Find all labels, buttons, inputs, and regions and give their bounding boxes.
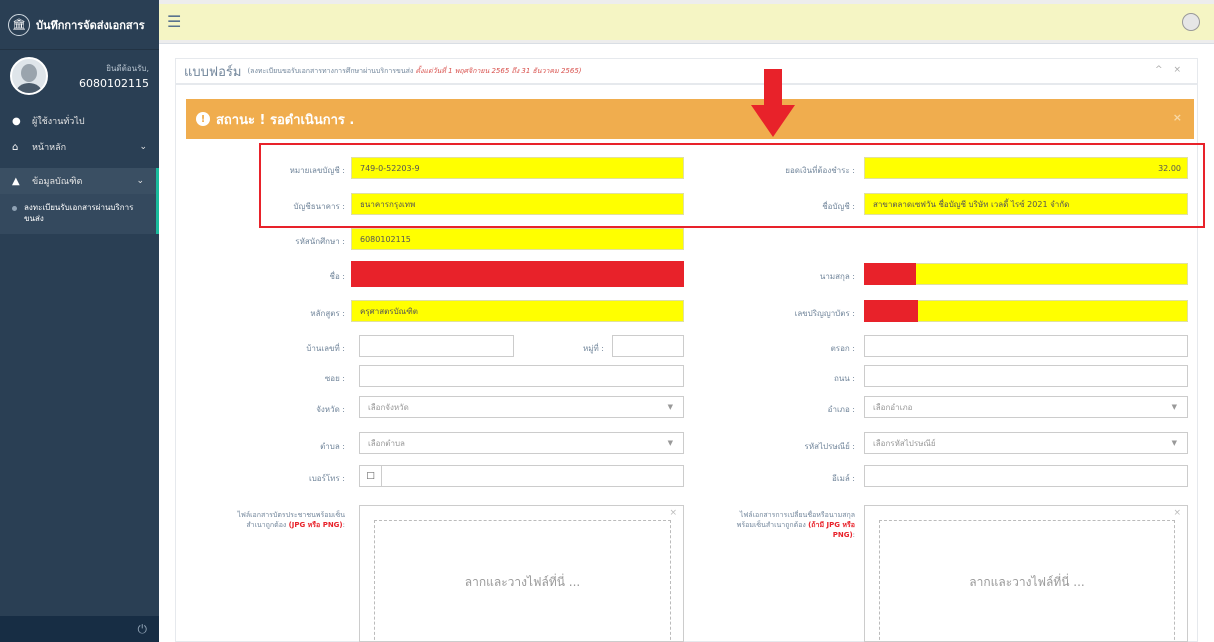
status-alert: ! สถานะ ! รอดำเนินการ . ×	[186, 99, 1194, 139]
subdistrict-select[interactable]: เลือกตำบล ▼	[359, 432, 684, 454]
panel-title: แบบฟอร์ม	[184, 64, 242, 80]
account-no-field[interactable]: 749-0-52203-9	[351, 157, 684, 179]
close-icon[interactable]: ×	[1173, 111, 1182, 124]
close-icon[interactable]: ×	[1173, 508, 1181, 518]
sidebar-footer: ⏻	[0, 616, 159, 642]
house-no-field[interactable]	[359, 335, 514, 357]
account-name-field[interactable]: สาขาตลาดเซฟวัน ชื่อบัญชี บริษัท เวลดี้ ไ…	[864, 193, 1188, 215]
label-email: อีเมล์ :	[832, 474, 855, 483]
label-degree-no: เลขปริญญาบัตร :	[794, 309, 855, 318]
menu-toggle-icon[interactable]: ☰	[167, 12, 181, 31]
label-province: จังหวัด :	[316, 405, 345, 414]
phone-icon: □	[360, 466, 382, 486]
dropzone-area[interactable]: ลากและวางไฟล์ที่นี่ ...	[374, 520, 671, 642]
chevron-down-icon: ▼	[667, 439, 673, 447]
label-student-id: รหัสนักศึกษา :	[295, 237, 345, 246]
home-icon: ⌂	[12, 141, 19, 153]
postcode-select[interactable]: เลือกรหัสไปรษณีย์ ▼	[864, 432, 1188, 454]
sidebar-item-label: ผู้ใช้งานทั่วไป	[32, 117, 85, 127]
sidebar-item-label: หน้าหลัก	[32, 143, 67, 153]
alley-field[interactable]	[864, 335, 1188, 357]
degree-no-redacted	[864, 300, 918, 322]
email-field[interactable]	[864, 465, 1188, 487]
brand[interactable]: 🏛 บันทึกการจัดส่งเอกสาร	[0, 0, 159, 50]
label-moo: หมู่ที่ :	[582, 344, 604, 353]
sidebar-item-general-user[interactable]: ● ผู้ใช้งานทั่วไป	[0, 108, 159, 134]
program-field[interactable]: ครุศาสตรบัณฑิต	[351, 300, 684, 322]
university-icon: 🏛	[8, 13, 30, 36]
upload-dropzone-id-card[interactable]: × ลากและวางไฟล์ที่นี่ ...	[359, 505, 684, 642]
status-text: สถานะ ! รอดำเนินการ .	[216, 112, 355, 128]
label-road: ถนน :	[833, 374, 855, 383]
dropzone-area[interactable]: ลากและวางไฟล์ที่นี่ ...	[879, 520, 1175, 642]
chevron-down-icon: ⌄	[139, 142, 147, 152]
student-id-field[interactable]: 6080102115	[351, 228, 684, 250]
label-alley: ตรอก :	[830, 344, 855, 353]
panel-header: แบบฟอร์ม (ลงทะเบียนขอรับเอกสารทางการศึกษ…	[176, 59, 1197, 85]
avatar	[10, 57, 48, 95]
moo-field[interactable]	[612, 335, 684, 357]
label-upload-id-card: ไฟล์เอกสารบัตรประชาชนพร้อมเซ็น สำเนาถูกต…	[237, 511, 345, 529]
sidebar: 🏛 บันทึกการจัดส่งเอกสาร ยินดีต้อนรับ, 60…	[0, 0, 159, 642]
graduation-cap-icon: ▲	[12, 175, 20, 187]
district-select[interactable]: เลือกอำเภอ ▼	[864, 396, 1188, 418]
user-icon: ●	[12, 115, 21, 127]
chevron-down-icon: ⌄	[136, 176, 144, 186]
bank-field[interactable]: ธนาคารกรุงเทพ	[351, 193, 684, 215]
label-upload-name-change: ไฟล์เอกสารการเปลี่ยนชื่อหรือนามสกุล พร้อ…	[736, 511, 855, 539]
label-district: อำเภอ :	[827, 405, 855, 414]
province-select[interactable]: เลือกจังหวัด ▼	[359, 396, 684, 418]
label-phone: เบอร์โทร :	[308, 474, 345, 483]
first-name-field-redacted[interactable]	[351, 261, 684, 287]
label-account-name: ชื่อบัญชี :	[822, 202, 855, 211]
amount-field[interactable]: 32.00	[864, 157, 1188, 179]
app-title: บันทึกการจัดส่งเอกสาร	[36, 18, 145, 32]
chevron-down-icon: ▼	[667, 403, 673, 411]
exclamation-icon: !	[196, 112, 210, 126]
profile: ยินดีต้อนรับ, 6080102115	[0, 50, 159, 102]
annotation-box-bank	[259, 143, 1205, 228]
label-bank: บัญชีธนาคาร :	[293, 202, 345, 211]
panel-collapse-close-icon[interactable]: ^ ×	[1155, 65, 1185, 75]
close-icon[interactable]: ×	[669, 508, 677, 518]
label-last-name: นามสกุล :	[819, 272, 855, 281]
label-postcode: รหัสไปรษณีย์ :	[804, 442, 855, 451]
sidebar-item-home[interactable]: ⌂ หน้าหลัก ⌄	[0, 134, 159, 160]
panel-subtitle: (ลงทะเบียนขอรับเอกสารทางการศึกษาผ่านบริก…	[247, 66, 582, 75]
label-program: หลักสูตร :	[310, 309, 345, 318]
sidebar-item-label: ข้อมูลบัณฑิต	[32, 177, 83, 187]
power-icon[interactable]: ⏻	[138, 622, 148, 637]
upload-dropzone-name-change[interactable]: × ลากและวางไฟล์ที่นี่ ...	[864, 505, 1188, 642]
soi-field[interactable]	[359, 365, 684, 387]
sidebar-subitem-register-shipping[interactable]: ลงทะเบียนรับเอกสารผ่านบริการขนส่ง	[0, 194, 159, 234]
profile-user-id: 6080102115	[79, 77, 149, 90]
sidebar-item-graduate-info[interactable]: ▲ ข้อมูลบัณฑิต ⌄	[0, 168, 159, 194]
annotation-arrow-icon	[751, 69, 795, 137]
profile-welcome: ยินดีต้อนรับ,	[106, 64, 149, 73]
last-name-redacted	[864, 263, 916, 285]
label-amount: ยอดเงินที่ต้องชำระ :	[785, 166, 855, 175]
chevron-down-icon: ▼	[1171, 403, 1177, 411]
top-nav: ☰	[159, 0, 1214, 44]
road-field[interactable]	[864, 365, 1188, 387]
label-first-name: ชื่อ :	[329, 272, 345, 281]
label-account-no: หมายเลขบัญชี :	[289, 166, 345, 175]
user-avatar-icon[interactable]	[1182, 13, 1200, 31]
label-soi: ซอย :	[324, 374, 345, 383]
top-nav-highlight	[159, 4, 1214, 40]
chevron-down-icon: ▼	[1171, 439, 1177, 447]
phone-field[interactable]: □	[359, 465, 684, 487]
label-house-no: บ้านเลขที่ :	[306, 344, 345, 353]
label-subdistrict: ตำบล :	[320, 442, 345, 451]
